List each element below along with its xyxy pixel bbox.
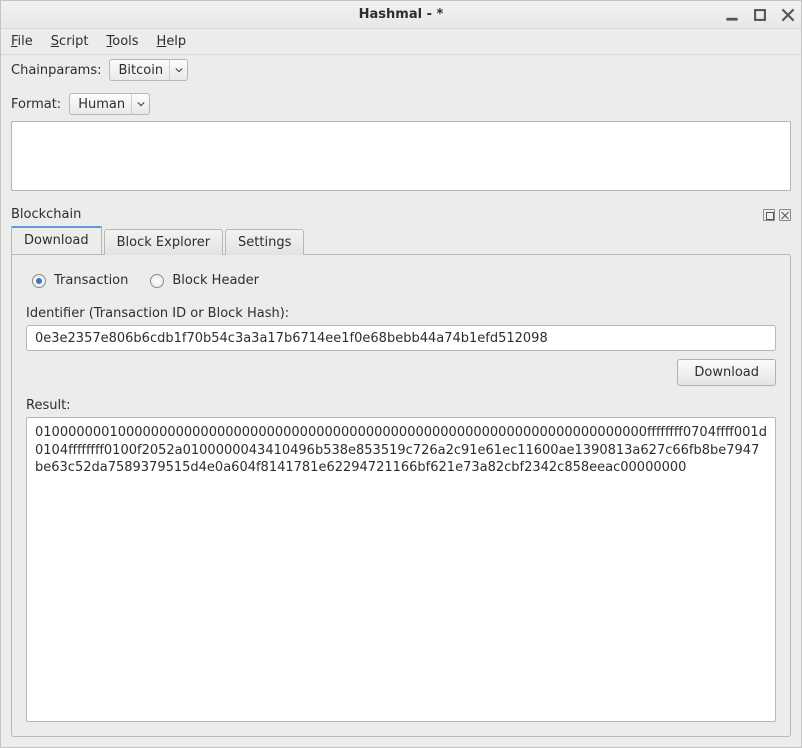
result-label: Result:	[26, 398, 776, 413]
close-icon[interactable]	[781, 8, 795, 22]
download-button-label: Download	[694, 365, 759, 380]
chevron-down-icon	[169, 60, 183, 80]
titlebar: Hashmal - *	[1, 1, 801, 29]
menu-help-rest: elp	[166, 34, 186, 49]
app-window: Hashmal - * File Script Tools Help Chain…	[0, 0, 802, 748]
menu-help[interactable]: Help	[157, 34, 187, 49]
tab-download-label: Download	[24, 233, 89, 248]
download-button[interactable]: Download	[677, 359, 776, 386]
maximize-icon[interactable]	[753, 8, 767, 22]
menu-script-rest: cript	[59, 34, 88, 49]
panel-close-icon[interactable]	[779, 209, 791, 221]
chainparams-combo[interactable]: Bitcoin	[109, 59, 188, 81]
format-value: Human	[78, 97, 125, 112]
minimize-icon[interactable]	[725, 8, 739, 22]
identifier-label: Identifier (Transaction ID or Block Hash…	[26, 306, 776, 321]
radio-block-header[interactable]: Block Header	[150, 273, 259, 288]
tab-explorer-label: Block Explorer	[117, 235, 210, 250]
format-label: Format:	[11, 97, 61, 112]
tabstrip: Download Block Explorer Settings	[11, 226, 791, 254]
panel-controls	[763, 209, 791, 221]
download-button-row: Download	[26, 359, 776, 386]
format-combo[interactable]: Human	[69, 93, 150, 115]
type-radio-group: Transaction Block Header	[26, 273, 776, 288]
tab-settings-label: Settings	[238, 235, 291, 250]
detach-icon[interactable]	[763, 209, 775, 221]
menu-file[interactable]: File	[11, 34, 33, 49]
result-output[interactable]: 0100000001000000000000000000000000000000…	[26, 417, 776, 722]
format-section: Format: Human	[1, 85, 801, 191]
identifier-input[interactable]	[26, 325, 776, 351]
download-pane: Transaction Block Header Identifier (Tra…	[11, 254, 791, 737]
chainparams-label: Chainparams:	[11, 63, 101, 78]
tab-settings[interactable]: Settings	[225, 229, 304, 255]
result-text: 0100000001000000000000000000000000000000…	[35, 425, 767, 475]
menu-tools-rest: ools	[112, 34, 138, 49]
panel-title: Blockchain	[11, 207, 81, 222]
menubar: File Script Tools Help	[1, 29, 801, 55]
window-controls	[725, 1, 795, 28]
menu-tools[interactable]: Tools	[107, 34, 139, 49]
blockchain-panel: Download Block Explorer Settings Transac…	[11, 226, 791, 737]
radio-dot-icon	[150, 274, 164, 288]
chainparams-value: Bitcoin	[118, 63, 163, 78]
radio-block-header-label: Block Header	[172, 273, 259, 288]
script-editor[interactable]	[11, 121, 791, 191]
format-row: Format: Human	[11, 93, 791, 115]
panel-header: Blockchain	[1, 191, 801, 226]
radio-transaction-label: Transaction	[54, 273, 128, 288]
radio-transaction[interactable]: Transaction	[32, 273, 128, 288]
tab-block-explorer[interactable]: Block Explorer	[104, 229, 223, 255]
chevron-down-icon	[131, 94, 145, 114]
menu-file-rest: ile	[18, 34, 33, 49]
window-title: Hashmal - *	[359, 7, 444, 22]
chainparams-row: Chainparams: Bitcoin	[1, 55, 801, 85]
menu-script[interactable]: Script	[51, 34, 89, 49]
tab-download[interactable]: Download	[11, 226, 102, 254]
radio-dot-icon	[32, 274, 46, 288]
